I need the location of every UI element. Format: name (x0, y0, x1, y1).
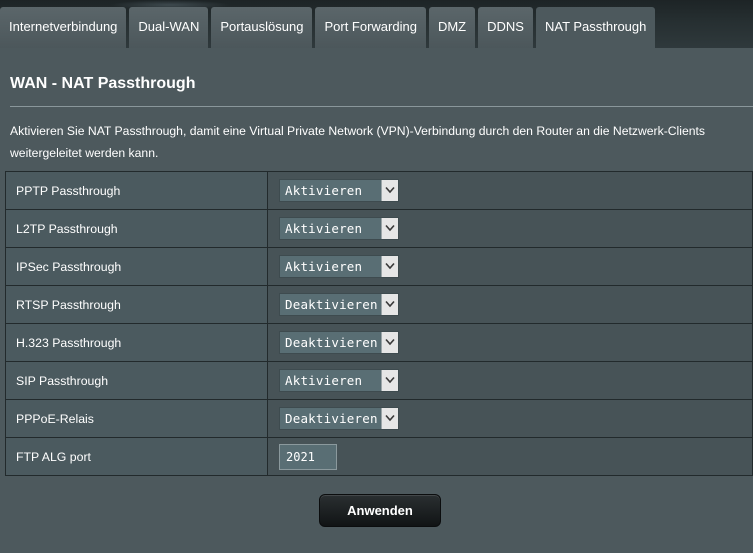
ipsec-cell: Aktivieren (267, 247, 753, 286)
pppoe-select[interactable]: Deaktivieren (279, 407, 399, 430)
tab-portausloesung[interactable]: Portauslösung (211, 7, 313, 48)
table-row: H.323 Passthrough Deaktivieren (5, 323, 753, 362)
tab-port-forwarding[interactable]: Port Forwarding (315, 7, 426, 48)
pptp-selected-value: Aktivieren (285, 183, 363, 198)
ftp-alg-port-input[interactable] (279, 443, 337, 470)
pppoe-cell: Deaktivieren (267, 399, 753, 438)
sip-select[interactable]: Aktivieren (279, 369, 399, 392)
l2tp-label: L2TP Passthrough (5, 209, 268, 248)
tab-ddns[interactable]: DDNS (478, 7, 533, 48)
chevron-down-icon (381, 218, 398, 239)
table-row: SIP Passthrough Aktivieren (5, 361, 753, 400)
h323-select[interactable]: Deaktivieren (279, 331, 399, 354)
rtsp-label: RTSP Passthrough (5, 285, 268, 324)
l2tp-selected-value: Aktivieren (285, 221, 363, 236)
ipsec-selected-value: Aktivieren (285, 259, 363, 274)
ipsec-select[interactable]: Aktivieren (279, 255, 399, 278)
page-description: Aktivieren Sie NAT Passthrough, damit ei… (10, 124, 706, 160)
page-title: WAN - NAT Passthrough (10, 75, 196, 92)
rtsp-cell: Deaktivieren (267, 285, 753, 324)
tab-dmz[interactable]: DMZ (428, 7, 476, 48)
apply-button[interactable]: Anwenden (319, 494, 441, 527)
table-row: RTSP Passthrough Deaktivieren (5, 285, 753, 324)
chevron-down-icon (381, 294, 398, 315)
chevron-down-icon (381, 180, 398, 201)
rtsp-select[interactable]: Deaktivieren (279, 293, 399, 316)
table-row: PPPoE-Relais Deaktivieren (5, 399, 753, 438)
settings-table: PPTP Passthrough Aktivieren L2TP Passthr… (5, 171, 753, 476)
chevron-down-icon (381, 408, 398, 429)
tab-bar: Internetverbindung Dual-WAN Portauslösun… (0, 7, 658, 48)
table-row: FTP ALG port (5, 437, 753, 476)
table-row: PPTP Passthrough Aktivieren (5, 171, 753, 210)
tab-internetverbindung[interactable]: Internetverbindung (0, 7, 127, 48)
h323-selected-value: Deaktivieren (285, 335, 378, 350)
table-row: L2TP Passthrough Aktivieren (5, 209, 753, 248)
pppoe-selected-value: Deaktivieren (285, 411, 378, 426)
title-divider (10, 106, 753, 107)
tab-dual-wan[interactable]: Dual-WAN (129, 7, 209, 48)
nat-passthrough-page: Internetverbindung Dual-WAN Portauslösun… (0, 0, 753, 553)
ipsec-label: IPSec Passthrough (5, 247, 268, 286)
ftp-alg-cell (267, 437, 753, 476)
chevron-down-icon (381, 370, 398, 391)
pptp-label: PPTP Passthrough (5, 171, 268, 210)
h323-label: H.323 Passthrough (5, 323, 268, 362)
sip-cell: Aktivieren (267, 361, 753, 400)
tab-nat-passthrough[interactable]: NAT Passthrough (535, 7, 656, 48)
chevron-down-icon (381, 332, 398, 353)
l2tp-select[interactable]: Aktivieren (279, 217, 399, 240)
ftp-alg-label: FTP ALG port (5, 437, 268, 476)
h323-cell: Deaktivieren (267, 323, 753, 362)
chevron-down-icon (381, 256, 398, 277)
table-row: IPSec Passthrough Aktivieren (5, 247, 753, 286)
pptp-cell: Aktivieren (267, 171, 753, 210)
rtsp-selected-value: Deaktivieren (285, 297, 378, 312)
sip-label: SIP Passthrough (5, 361, 268, 400)
sip-selected-value: Aktivieren (285, 373, 363, 388)
pppoe-label: PPPoE-Relais (5, 399, 268, 438)
pptp-select[interactable]: Aktivieren (279, 179, 399, 202)
l2tp-cell: Aktivieren (267, 209, 753, 248)
